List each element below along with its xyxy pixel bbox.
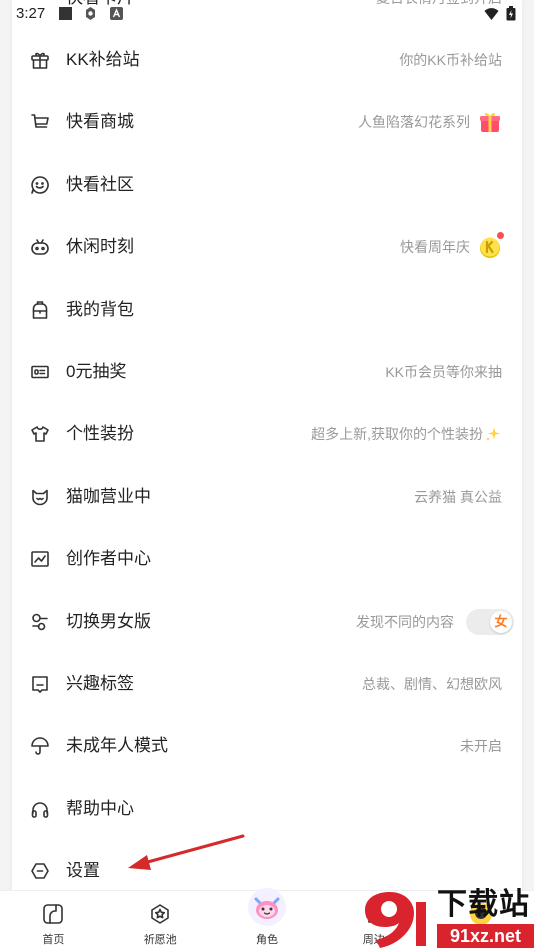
menu-item-backpack[interactable]: 我的背包 [12, 279, 522, 341]
menu-item-label: 0元抽奖 [66, 362, 127, 381]
notification-dot [497, 232, 504, 239]
menu-item-hint: 未开启 [460, 738, 502, 754]
nav-item-character[interactable]: 角色 [214, 888, 321, 950]
gender-switch-icon [30, 612, 50, 632]
headphones-icon [30, 799, 50, 819]
menu-item-help-center[interactable]: 帮助中心 [12, 778, 522, 840]
menu-item-creator-center[interactable]: 创作者中心 [12, 528, 522, 590]
backpack-icon [30, 300, 50, 320]
menu-item-dress-up[interactable]: 个性装扮 超多上新,获取你的个性装扮 [12, 403, 522, 465]
ticket-icon [30, 362, 50, 382]
nav-item-home[interactable]: 首页 [0, 891, 107, 950]
menu-item-free-lottery[interactable]: 0元抽奖 KK币会员等你来抽 [12, 341, 522, 403]
app-swirl-icon [86, 7, 95, 20]
menu-item-mall[interactable]: 快看商城 人鱼陷落幻花系列 [12, 91, 522, 153]
menu-item-label: 个性装扮 [66, 424, 134, 443]
menu-item-hint: 发现不同的内容 [356, 614, 454, 630]
gift-box-icon [30, 50, 50, 70]
screen: 快看卡片 夏日长情月签到开启 3:27 KK补给站 你的KK币补给站 快看商城 … [0, 0, 534, 950]
menu-item-leisure[interactable]: 休闲时刻 快看周年庆 [12, 216, 522, 278]
menu-item-label: 帮助中心 [66, 799, 134, 818]
status-time: 3:27 [16, 5, 46, 22]
menu-item-cat-cafe[interactable]: 猫咖营业中 云养猫 真公益 [12, 466, 522, 528]
wish-pool-icon [148, 902, 172, 926]
tag-icon [30, 674, 50, 694]
menu-item-hint: 总裁、剧情、幻想欧风 [362, 676, 502, 692]
tshirt-icon [30, 424, 50, 444]
menu-item-gender-switch[interactable]: 切换男女版 发现不同的内容 女 [12, 591, 522, 653]
nav-label: 角色 [255, 934, 278, 946]
battery-icon [506, 6, 516, 21]
notification-square-icon [59, 7, 72, 20]
watermark-site: 91xz.net [437, 924, 534, 948]
nav-item-wish-pool[interactable]: 祈愿池 [107, 891, 214, 950]
menu-item-hint: 云养猫 真公益 [414, 489, 502, 505]
watermark-logo [365, 892, 426, 948]
home-icon [41, 902, 65, 926]
menu-item-label: 猫咖营业中 [66, 487, 151, 506]
settings-icon [30, 861, 50, 881]
menu-item-interest-tags[interactable]: 兴趣标签 总裁、剧情、幻想欧风 [12, 653, 522, 715]
menu-item-label: 兴趣标签 [66, 674, 134, 693]
menu-item-hint: KK币会员等你来抽 [385, 364, 502, 380]
menu-item-hint: 快看周年庆 [400, 239, 470, 255]
nav-label: 首页 [42, 934, 65, 946]
wifi-icon [484, 8, 499, 20]
menu-item-label: 切换男女版 [66, 612, 151, 631]
nav-label: 祈愿池 [143, 934, 177, 946]
menu-item-label: 我的背包 [66, 300, 134, 319]
menu-item-hint: 你的KK币补给站 [399, 52, 502, 68]
menu-item-label: 快看商城 [66, 112, 134, 131]
menu-item-minor-mode[interactable]: 未成年人模式 未开启 [12, 715, 522, 777]
gift-icon [478, 110, 502, 134]
kk-coin-icon [478, 232, 504, 259]
site-watermark: 下载站 91xz.net [360, 886, 534, 950]
character-icon [247, 887, 287, 927]
cat-icon [30, 487, 50, 507]
menu-item-label: 休闲时刻 [66, 237, 134, 256]
menu-item-label: KK补给站 [66, 50, 140, 69]
shopping-cart-icon [30, 112, 50, 132]
menu-item-community[interactable]: 快看社区 [12, 154, 522, 216]
game-icon [30, 237, 50, 257]
status-bar: 3:27 [0, 0, 534, 28]
menu-item-kk-supply[interactable]: KK补给站 你的KK币补给站 [12, 29, 522, 91]
watermark-title: 下载站 [437, 888, 530, 921]
smiley-bubble-icon [30, 175, 50, 195]
menu-item-label: 创作者中心 [66, 549, 151, 568]
menu-item-hint: 人鱼陷落幻花系列 [358, 114, 470, 130]
app-box-icon [110, 7, 123, 20]
menu-item-label: 快看社区 [66, 175, 134, 194]
menu-item-hint: 超多上新,获取你的个性装扮 [311, 426, 483, 442]
chart-icon [30, 549, 50, 569]
umbrella-icon [30, 736, 50, 756]
gender-toggle[interactable]: 女 [466, 609, 514, 635]
menu-item-label: 未成年人模式 [66, 736, 168, 755]
gender-toggle-knob: 女 [490, 611, 512, 633]
sparkle-icon [485, 426, 501, 442]
